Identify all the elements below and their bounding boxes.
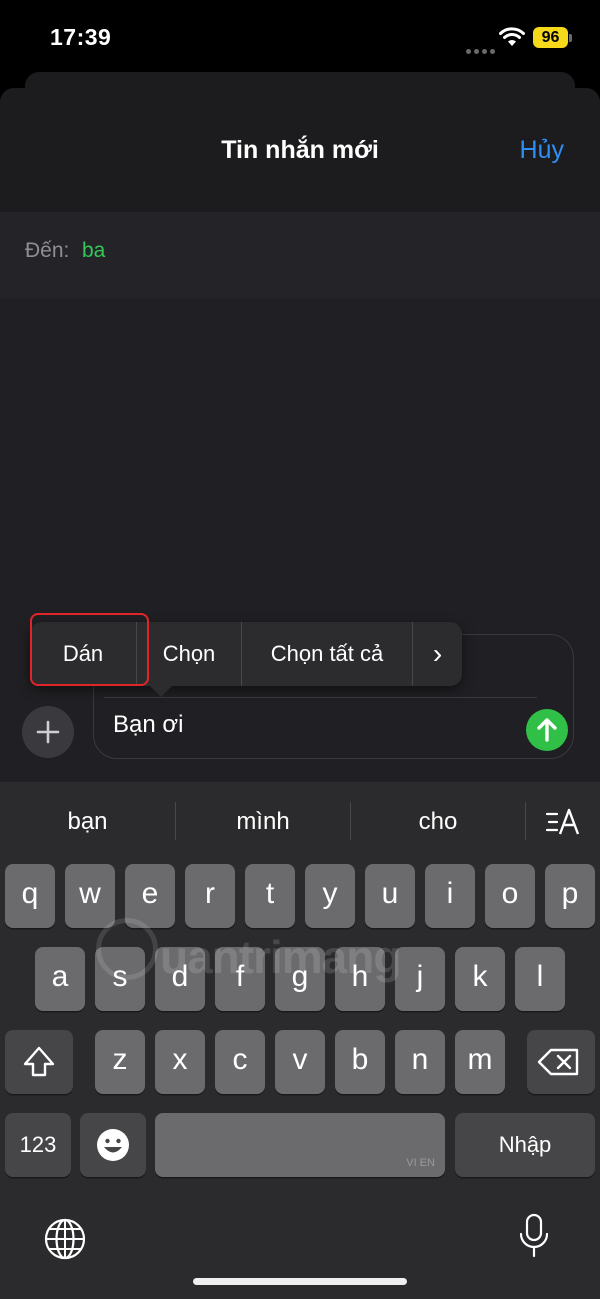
key-r[interactable]: r (185, 864, 235, 928)
select-all-button[interactable]: Chọn tất cả (242, 622, 412, 686)
key-c[interactable]: c (215, 1030, 265, 1094)
key-g[interactable]: g (275, 947, 325, 1011)
key-m[interactable]: m (455, 1030, 505, 1094)
key-q[interactable]: q (5, 864, 55, 928)
recipient-label: Đến: (25, 239, 70, 262)
key-k[interactable]: k (455, 947, 505, 1011)
suggestion-1[interactable]: bạn (0, 782, 175, 862)
key-n[interactable]: n (395, 1030, 445, 1094)
cellular-signal-icon (466, 41, 498, 59)
emoji-key[interactable] (80, 1113, 146, 1177)
key-f[interactable]: f (215, 947, 265, 1011)
suggestion-2[interactable]: mình (176, 782, 350, 862)
input-divider (104, 697, 537, 698)
key-u[interactable]: u (365, 864, 415, 928)
more-options-button[interactable]: › (413, 622, 462, 686)
key-d[interactable]: d (155, 947, 205, 1011)
status-time: 17:39 (50, 24, 112, 50)
wifi-icon (499, 27, 525, 46)
key-z[interactable]: z (95, 1030, 145, 1094)
add-attachment-button[interactable] (22, 706, 74, 758)
key-y[interactable]: y (305, 864, 355, 928)
edit-menu: Dán Chọn Chọn tất cả › (30, 622, 462, 686)
key-s[interactable]: s (95, 947, 145, 1011)
home-indicator (193, 1278, 407, 1285)
backspace-key[interactable] (527, 1030, 595, 1094)
suggestion-separator (525, 802, 526, 840)
backspace-icon (537, 1048, 579, 1076)
recipient-field[interactable]: Đến: ba (0, 212, 600, 300)
key-o[interactable]: o (485, 864, 535, 928)
key-h[interactable]: h (335, 947, 385, 1011)
text-format-icon[interactable] (545, 804, 585, 840)
keyboard: bạn mình cho q w e r t y u i o p a s d f… (0, 782, 600, 1299)
key-j[interactable]: j (395, 947, 445, 1011)
paste-button[interactable]: Dán (30, 622, 136, 686)
globe-icon[interactable] (42, 1216, 88, 1262)
cancel-button[interactable]: Hủy (520, 136, 564, 165)
key-v[interactable]: v (275, 1030, 325, 1094)
key-x[interactable]: x (155, 1030, 205, 1094)
status-bar: 17:39 96 (0, 0, 600, 80)
battery-indicator: 96 (533, 27, 568, 48)
return-key[interactable]: Nhập (455, 1113, 595, 1177)
shift-key[interactable] (5, 1030, 73, 1094)
emoji-icon (97, 1129, 129, 1161)
key-a[interactable]: a (35, 947, 85, 1011)
microphone-icon[interactable] (517, 1212, 551, 1260)
key-w[interactable]: w (65, 864, 115, 928)
key-t[interactable]: t (245, 864, 295, 928)
shift-icon (23, 1046, 55, 1077)
recipient-value[interactable]: ba (82, 239, 105, 263)
space-language-hint: VI EN (406, 1157, 435, 1169)
arrow-up-icon (537, 718, 557, 742)
key-i[interactable]: i (425, 864, 475, 928)
page-title: Tin nhắn mới (221, 136, 379, 164)
edit-menu-pointer (150, 686, 172, 697)
plus-icon (36, 720, 60, 744)
key-l[interactable]: l (515, 947, 565, 1011)
numbers-key[interactable]: 123 (5, 1113, 71, 1177)
select-button[interactable]: Chọn (137, 622, 241, 686)
key-e[interactable]: e (125, 864, 175, 928)
battery-tip (569, 34, 572, 42)
suggestion-3[interactable]: cho (351, 782, 525, 862)
message-input-text: Bạn ơi (113, 711, 184, 738)
key-p[interactable]: p (545, 864, 595, 928)
send-button[interactable] (526, 709, 568, 751)
key-b[interactable]: b (335, 1030, 385, 1094)
space-key[interactable]: VI EN (155, 1113, 445, 1177)
